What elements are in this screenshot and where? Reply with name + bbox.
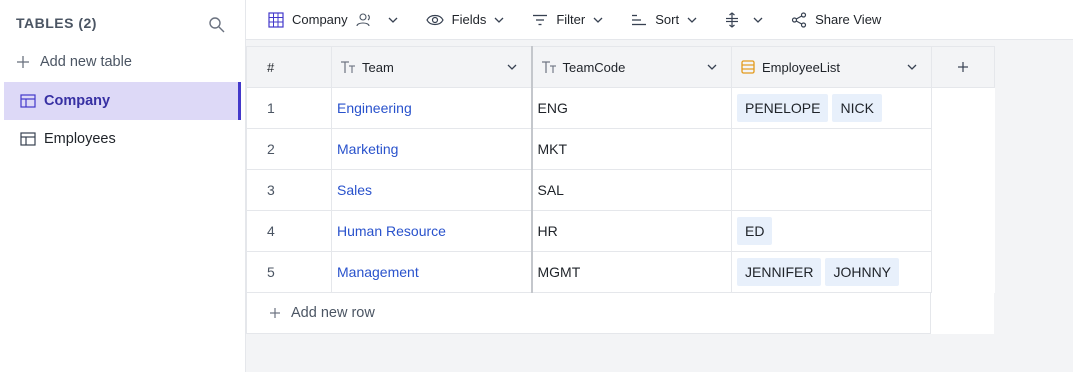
empty-cell: [931, 87, 995, 129]
row-number-header: #: [246, 46, 332, 88]
table-row: 2 Marketing MKT: [246, 128, 995, 170]
team-cell[interactable]: Marketing: [331, 128, 533, 170]
sort-label: Sort: [655, 12, 680, 27]
sidebar: TABLES (2) Add new table Company Employe…: [0, 0, 246, 372]
table-icon: [20, 132, 36, 146]
table-view-label: Company: [292, 12, 348, 27]
chevron-down-icon[interactable]: [707, 62, 717, 72]
share-icon: [791, 11, 807, 28]
link-record-icon: [741, 60, 755, 74]
filter-icon: [533, 14, 548, 25]
plus-icon: [270, 308, 280, 318]
sidebar-item-label: Employees: [44, 131, 116, 147]
add-column-button[interactable]: [931, 46, 995, 88]
teamcode-cell[interactable]: SAL: [531, 169, 732, 211]
row-number: 5: [246, 251, 332, 293]
sort-button[interactable]: Sort: [631, 0, 697, 40]
table-row: 5 Management MGMT JENNIFER JOHNNY: [246, 251, 995, 293]
filter-label: Filter: [556, 12, 586, 27]
share-view-label: Share View: [815, 12, 882, 27]
empty-cell: [931, 169, 995, 211]
plus-icon: [17, 56, 29, 68]
table-view-button[interactable]: Company: [268, 0, 398, 40]
empty-cell: [931, 251, 995, 293]
team-cell[interactable]: Human Resource: [331, 210, 533, 252]
chevron-down-icon[interactable]: [507, 62, 517, 72]
team-cell[interactable]: Engineering: [331, 87, 533, 129]
add-new-table-label: Add new table: [40, 54, 132, 70]
tables-title: TABLES (2): [16, 15, 97, 31]
employee-chip[interactable]: PENELOPE: [737, 94, 829, 122]
employeelist-cell[interactable]: JENNIFER JOHNNY: [731, 251, 932, 293]
filter-button[interactable]: Filter: [532, 0, 603, 40]
eye-icon: [425, 14, 444, 25]
row-height-icon: [726, 11, 739, 28]
employee-chip[interactable]: JENNIFER: [737, 258, 822, 286]
row-number: 4: [246, 210, 332, 252]
row-number: 1: [246, 87, 332, 129]
table-row: 4 Human Resource HR ED: [246, 210, 995, 252]
empty-cell: [931, 128, 995, 170]
row-height-button[interactable]: [725, 0, 763, 40]
grid-view-icon: [268, 11, 284, 28]
employee-chip[interactable]: NICK: [832, 94, 882, 122]
add-new-row-label: Add new row: [291, 305, 375, 321]
table-icon: [20, 94, 36, 108]
sort-icon: [632, 14, 647, 25]
employee-chip[interactable]: ED: [737, 217, 773, 245]
teamcode-cell[interactable]: MGMT: [531, 251, 732, 293]
sidebar-item-employees[interactable]: Employees: [4, 120, 241, 158]
employeelist-cell[interactable]: PENELOPE NICK: [731, 87, 932, 129]
fields-label: Fields: [451, 12, 487, 27]
users-icon: [356, 12, 370, 26]
team-cell[interactable]: Management: [331, 251, 533, 293]
employeelist-cell[interactable]: ED: [731, 210, 932, 252]
employeelist-cell[interactable]: [731, 128, 932, 170]
chevron-down-icon: [753, 17, 763, 23]
fields-button[interactable]: Fields: [425, 0, 505, 40]
table-row: 1 Engineering ENG PENELOPE NICK: [246, 87, 995, 129]
main-area: Company Fields Filter Sort Share View # …: [246, 0, 1073, 372]
sidebar-item-company[interactable]: Company: [4, 82, 241, 120]
column-header-label: TeamCode: [562, 59, 626, 75]
text-type-icon: [541, 61, 556, 73]
table-row: 3 Sales SAL: [246, 169, 995, 211]
chevron-down-icon: [593, 17, 603, 23]
chevron-down-icon: [388, 17, 398, 23]
toolbar: Company Fields Filter Sort Share View: [246, 0, 1073, 40]
column-header-label: Team: [362, 59, 394, 75]
column-header-teamcode[interactable]: TeamCode: [531, 46, 732, 88]
teamcode-cell[interactable]: HR: [531, 210, 732, 252]
search-icon[interactable]: [208, 16, 226, 34]
employeelist-cell[interactable]: [731, 169, 932, 211]
row-number: 3: [246, 169, 332, 211]
chevron-down-icon: [687, 17, 697, 23]
table-list: Company Employees: [0, 82, 245, 158]
team-cell[interactable]: Sales: [331, 169, 533, 211]
column-header-label: EmployeeList: [762, 59, 841, 75]
teamcode-cell[interactable]: MKT: [531, 128, 732, 170]
row-number: 2: [246, 128, 332, 170]
chevron-down-icon: [494, 17, 504, 23]
data-grid: # Team TeamCode EmployeeList 1 Engineeri…: [246, 46, 995, 334]
plus-icon: [958, 62, 968, 72]
column-header-team[interactable]: Team: [331, 46, 533, 88]
empty-cell: [931, 210, 995, 252]
add-new-table-button[interactable]: Add new table: [0, 46, 245, 78]
text-type-icon: [341, 61, 355, 73]
teamcode-cell[interactable]: ENG: [531, 87, 732, 129]
add-new-row-button[interactable]: Add new row: [246, 293, 931, 334]
chevron-down-icon[interactable]: [907, 62, 917, 72]
grid-filler: [931, 293, 994, 334]
header-row: # Team TeamCode EmployeeList: [246, 46, 995, 88]
column-header-employeelist[interactable]: EmployeeList: [731, 46, 932, 88]
sidebar-item-label: Company: [44, 93, 111, 109]
share-view-button[interactable]: Share View: [791, 0, 881, 40]
employee-chip[interactable]: JOHNNY: [825, 258, 900, 286]
